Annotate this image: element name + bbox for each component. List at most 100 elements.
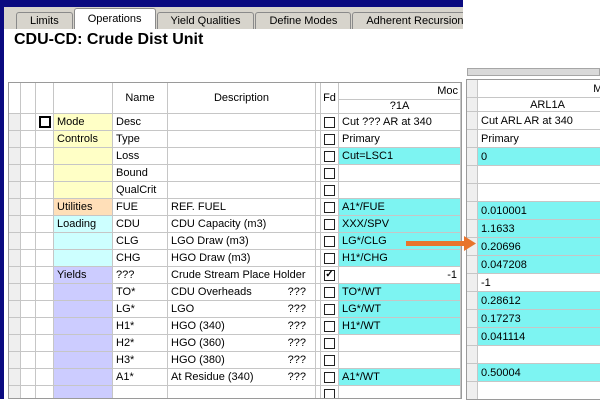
description-cell[interactable]: REF. FUEL [168,199,316,216]
spare-cell[interactable] [21,352,36,369]
panel-row-indicator[interactable] [467,112,478,130]
fd-cell[interactable] [321,301,339,318]
panel-value-cell[interactable]: 0.50004 [478,364,600,382]
name-cell[interactable]: LG* [113,301,168,318]
description-cell[interactable]: CDU Capacity (m3) [168,216,316,233]
selector-cell[interactable] [36,352,54,369]
fd-cell[interactable] [321,386,339,399]
description-cell[interactable]: LGO Draw (m3) [168,233,316,250]
spare-cell[interactable] [21,148,36,165]
description-cell[interactable] [168,386,316,399]
panel-value-cell[interactable] [478,382,600,400]
panel-row-indicator[interactable] [467,310,478,328]
fd-checkbox[interactable] [324,219,335,230]
moc-cell[interactable]: A1*/WT [339,369,461,386]
selector-cell[interactable] [36,148,54,165]
fd-cell[interactable] [321,165,339,182]
moc-cell[interactable]: A1*/FUE [339,199,461,216]
fd-cell[interactable] [321,250,339,267]
moc-cell[interactable] [339,335,461,352]
fd-cell[interactable] [321,335,339,352]
row-indicator-cell[interactable] [9,131,21,148]
fd-checkbox[interactable]: ✓ [324,270,335,281]
fd-checkbox[interactable] [324,321,335,332]
name-cell[interactable]: CHG [113,250,168,267]
fd-checkbox[interactable] [324,253,335,264]
panel-value-cell[interactable]: 0.28612 [478,292,600,310]
row-indicator-cell[interactable] [9,233,21,250]
spare-cell[interactable] [21,369,36,386]
panel-value-cell[interactable]: 0.010001 [478,202,600,220]
name-cell[interactable]: H1* [113,318,168,335]
fd-checkbox[interactable] [324,355,335,366]
spare-cell[interactable] [21,335,36,352]
panel-row-indicator[interactable] [467,382,478,400]
name-cell[interactable]: Type [113,131,168,148]
fd-checkbox[interactable] [324,389,335,400]
panel-value-cell[interactable]: -1 [478,274,600,292]
selector-cell[interactable] [36,114,54,131]
selector-cell[interactable] [36,267,54,284]
description-cell[interactable] [168,114,316,131]
description-cell[interactable]: HGO (380)??? [168,352,316,369]
name-cell[interactable]: CLG [113,233,168,250]
row-indicator-cell[interactable] [9,352,21,369]
fd-cell[interactable] [321,148,339,165]
spare-cell[interactable] [21,199,36,216]
fd-checkbox[interactable] [324,202,335,213]
panel-row-indicator[interactable] [467,328,478,346]
selector-cell[interactable] [36,233,54,250]
spare-cell[interactable] [21,233,36,250]
selector-cell[interactable] [36,216,54,233]
row-indicator-cell[interactable] [9,318,21,335]
description-cell[interactable] [168,131,316,148]
moc-cell[interactable]: LG*/WT [339,301,461,318]
fd-cell[interactable] [321,199,339,216]
fd-cell[interactable] [321,284,339,301]
tab-operations[interactable]: Operations [74,8,156,29]
panel-row-indicator[interactable] [467,202,478,220]
panel-value-cell[interactable] [478,166,600,184]
moc-cell[interactable]: H1*/CHG [339,250,461,267]
name-cell[interactable]: FUE [113,199,168,216]
name-cell[interactable]: Desc [113,114,168,131]
row-indicator-cell[interactable] [9,386,21,399]
moc-cell[interactable]: H1*/WT [339,318,461,335]
row-indicator-cell[interactable] [9,369,21,386]
spare-cell[interactable] [21,267,36,284]
row-indicator-cell[interactable] [9,284,21,301]
tab-yield-qualities[interactable]: Yield Qualities [157,12,255,29]
selector-cell[interactable] [36,250,54,267]
fd-cell[interactable]: ✓ [321,267,339,284]
row-indicator-cell[interactable] [9,165,21,182]
selector-cell[interactable] [36,165,54,182]
fd-checkbox[interactable] [324,151,335,162]
spare-cell[interactable] [21,318,36,335]
panel-row-indicator[interactable] [467,220,478,238]
row-indicator-cell[interactable] [9,250,21,267]
spare-cell[interactable] [21,250,36,267]
panel-value-cell[interactable]: Cut ARL AR at 340 [478,112,600,130]
panel-row-indicator[interactable] [467,130,478,148]
tab-define-modes[interactable]: Define Modes [255,12,351,29]
row-indicator-cell[interactable] [9,182,21,199]
panel-value-cell[interactable]: 0 [478,148,600,166]
panel-value-cell[interactable]: 0.20696 [478,238,600,256]
moc-cell[interactable]: TO*/WT [339,284,461,301]
fd-cell[interactable] [321,114,339,131]
name-cell[interactable]: CDU [113,216,168,233]
spare-cell[interactable] [21,114,36,131]
panel-row-indicator[interactable] [467,292,478,310]
panel-row-indicator[interactable] [467,184,478,202]
spare-cell[interactable] [21,386,36,399]
moc-cell[interactable]: XXX/SPV [339,216,461,233]
panel-row-indicator[interactable] [467,256,478,274]
fd-cell[interactable] [321,216,339,233]
name-cell[interactable]: ??? [113,267,168,284]
panel-row-indicator[interactable] [467,166,478,184]
moc-cell[interactable]: -1 [339,267,461,284]
spare-cell[interactable] [21,182,36,199]
fd-checkbox[interactable] [324,338,335,349]
moc-cell[interactable] [339,352,461,369]
row-indicator-cell[interactable] [9,216,21,233]
